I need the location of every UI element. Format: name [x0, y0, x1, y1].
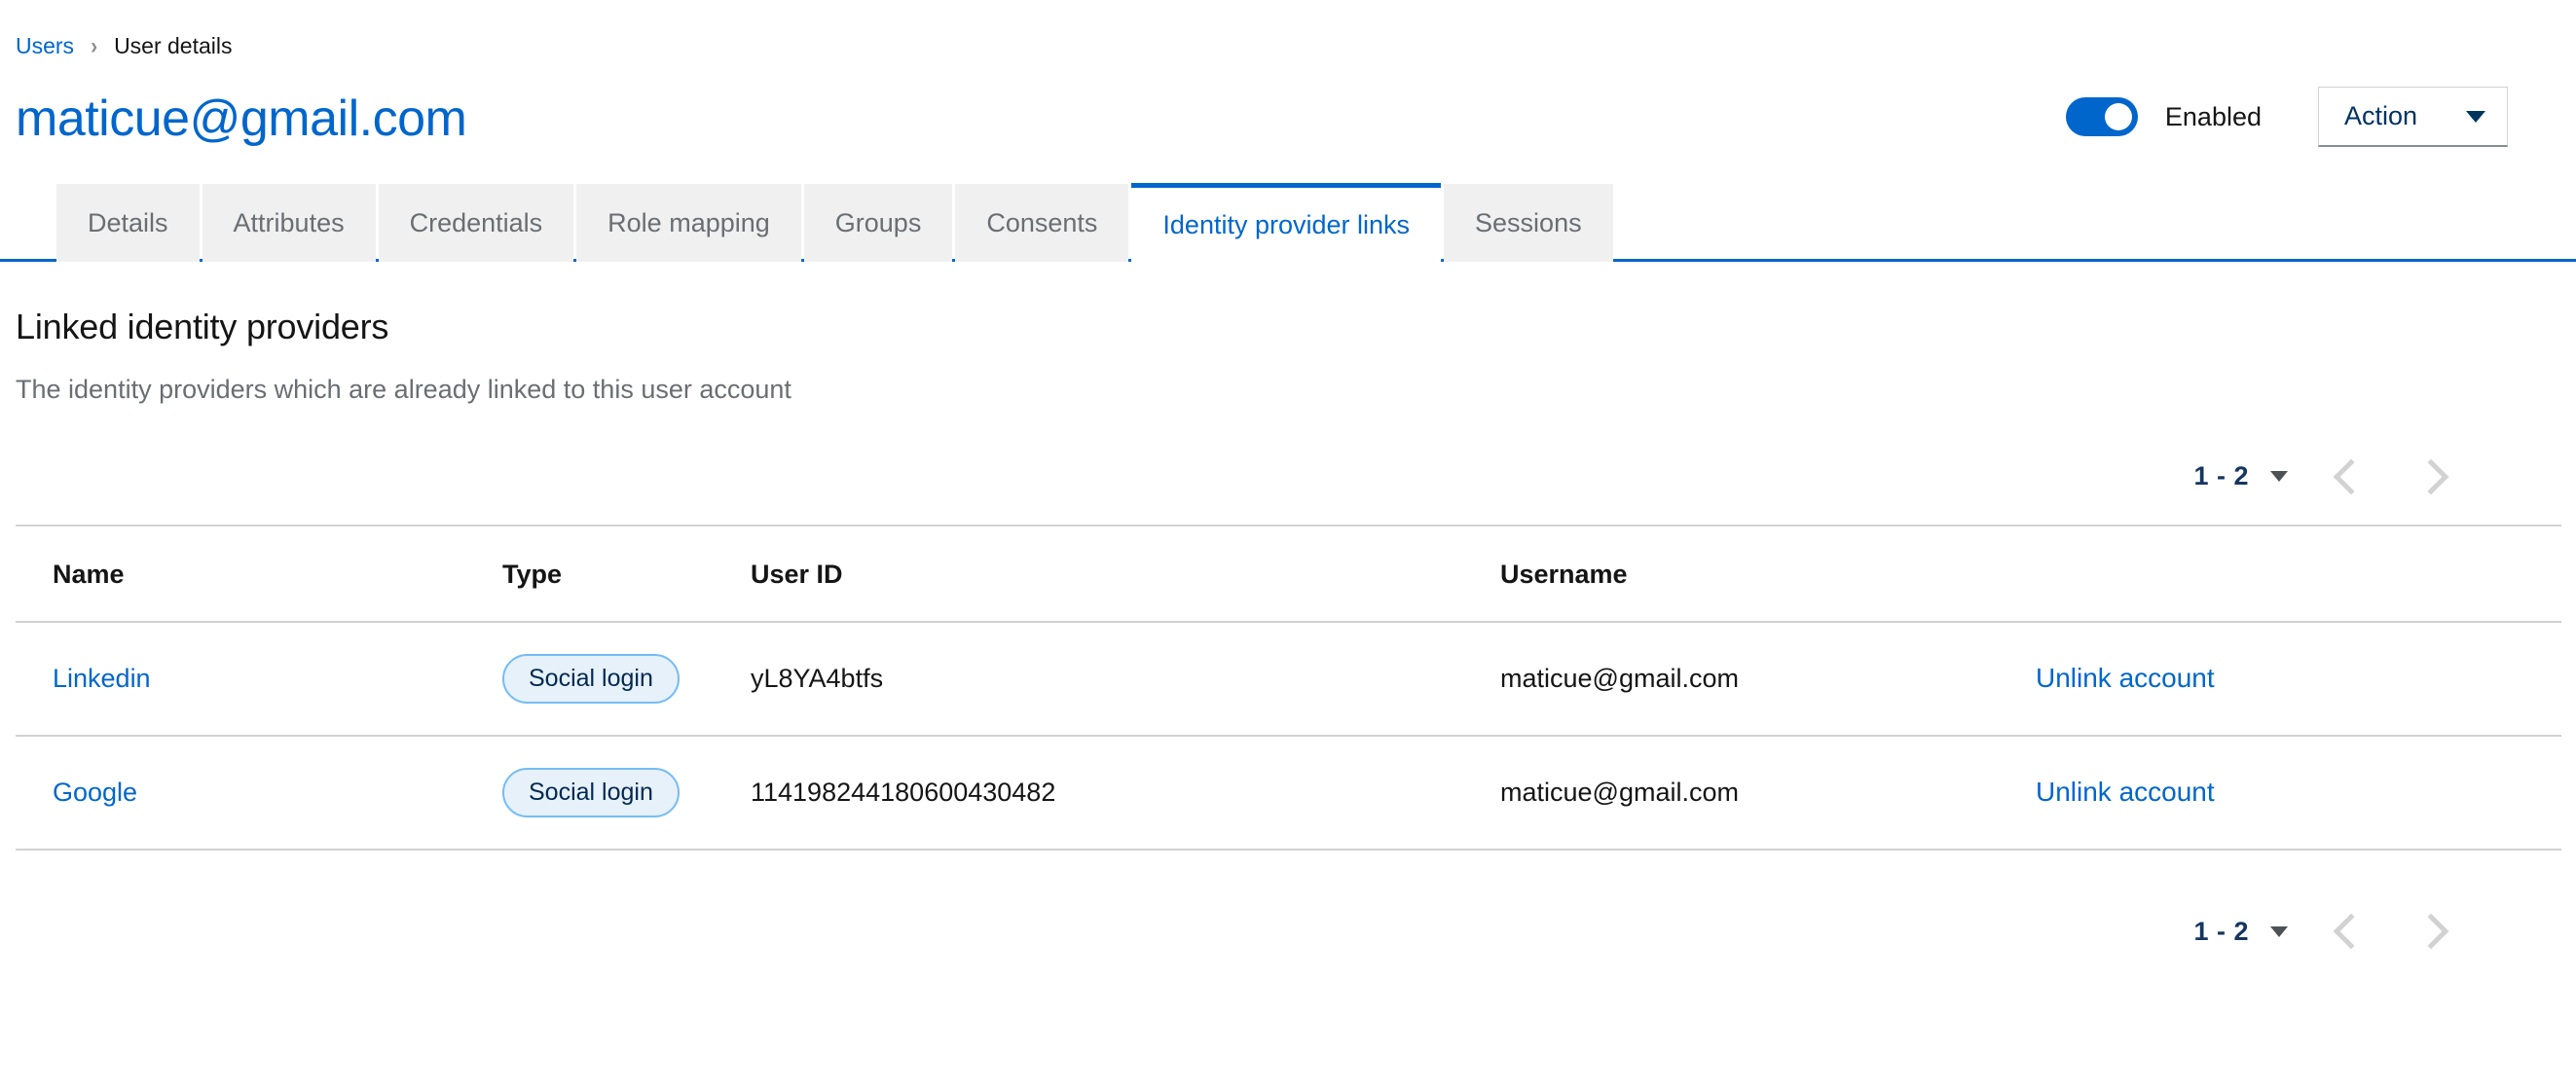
provider-link-google[interactable]: Google — [53, 778, 137, 807]
unlink-account-button[interactable]: Unlink account — [2036, 663, 2215, 693]
cell-username: maticue@gmail.com — [1500, 622, 2036, 737]
pagination-nav-bottom — [2333, 913, 2449, 950]
column-header-type: Type — [502, 525, 751, 623]
cell-row-action: Unlink account — [2036, 735, 2561, 851]
tab-details[interactable]: Details — [56, 184, 200, 262]
page-title: maticue@gmail.com — [16, 91, 467, 148]
column-header-name: Name — [16, 525, 502, 623]
column-header-user-id: User ID — [751, 525, 1500, 623]
cell-provider-type: Social login — [502, 735, 751, 851]
column-header-actions — [2036, 525, 2561, 623]
tab-attributes[interactable]: Attributes — [202, 184, 376, 262]
breadcrumb-link-users[interactable]: Users — [16, 35, 74, 57]
tab-role-mapping[interactable]: Role mapping — [576, 184, 801, 262]
caret-down-icon[interactable] — [2270, 925, 2288, 937]
pagination-nav-top — [2333, 458, 2449, 494]
table-row: Google Social login 11419824418060043048… — [16, 735, 2561, 851]
action-dropdown-label: Action — [2344, 101, 2418, 130]
tabs-bar: Details Attributes Credentials Role mapp… — [0, 183, 2576, 262]
chevron-left-icon[interactable] — [2333, 458, 2370, 494]
pagination-top: 1 - 2 — [16, 458, 2560, 494]
table-row: Linkedin Social login yL8YA4btfs maticue… — [16, 622, 2561, 737]
section-title: Linked identity providers — [16, 307, 389, 346]
action-dropdown-button[interactable]: Action — [2318, 87, 2508, 147]
page-range-bottom: 1 - 2 — [2193, 916, 2249, 946]
caret-down-icon — [2466, 110, 2485, 123]
table-header-row: Name Type User ID Username — [16, 525, 2561, 623]
tab-identity-provider-links[interactable]: Identity provider links — [1131, 183, 1442, 262]
main-content: Linked identity providers The identity p… — [0, 307, 2576, 950]
cell-provider-name: Linkedin — [16, 622, 502, 737]
enabled-toggle-group: Enabled — [2065, 97, 2262, 136]
pagination-bottom: 1 - 2 — [16, 913, 2560, 950]
section-subtitle: The identity providers which are already… — [16, 375, 791, 404]
toggle-knob — [2104, 103, 2132, 130]
provider-link-linkedin[interactable]: Linkedin — [53, 664, 151, 693]
page-range-top: 1 - 2 — [2193, 461, 2249, 490]
chevron-right-icon: › — [91, 33, 98, 59]
cell-provider-name: Google — [16, 735, 502, 851]
status-badge: Social login — [502, 654, 680, 704]
chevron-left-icon[interactable] — [2333, 913, 2370, 950]
chevron-right-icon[interactable] — [2412, 913, 2449, 950]
enabled-toggle-switch[interactable] — [2065, 97, 2138, 136]
status-badge: Social login — [502, 767, 680, 817]
linked-identity-providers-table: Name Type User ID Username Linkedin Soci… — [16, 525, 2561, 851]
cell-username: maticue@gmail.com — [1500, 735, 2036, 851]
cell-row-action: Unlink account — [2036, 622, 2561, 737]
column-header-username: Username — [1500, 525, 2036, 623]
tab-credentials[interactable]: Credentials — [378, 184, 574, 262]
cell-user-id: yL8YA4btfs — [751, 622, 1500, 737]
cell-provider-type: Social login — [502, 622, 751, 737]
caret-down-icon[interactable] — [2270, 471, 2288, 482]
cell-user-id: 114198244180600430482 — [751, 735, 1500, 851]
tab-sessions[interactable]: Sessions — [1444, 184, 1613, 262]
tab-list: Details Attributes Credentials Role mapp… — [0, 183, 2576, 262]
tab-consents[interactable]: Consents — [955, 184, 1129, 262]
header-actions: Enabled Action — [2065, 87, 2508, 153]
unlink-account-button[interactable]: Unlink account — [2036, 777, 2215, 807]
table-head: Name Type User ID Username — [16, 525, 2561, 623]
breadcrumb: Users › User details — [0, 0, 2576, 57]
breadcrumb-current-page: User details — [114, 33, 233, 58]
chevron-right-icon[interactable] — [2412, 458, 2449, 494]
page-header: maticue@gmail.com Enabled Action — [0, 57, 2576, 153]
enabled-toggle-label: Enabled — [2164, 101, 2262, 131]
tab-groups[interactable]: Groups — [803, 184, 953, 262]
table-body: Linkedin Social login yL8YA4btfs maticue… — [16, 622, 2561, 851]
